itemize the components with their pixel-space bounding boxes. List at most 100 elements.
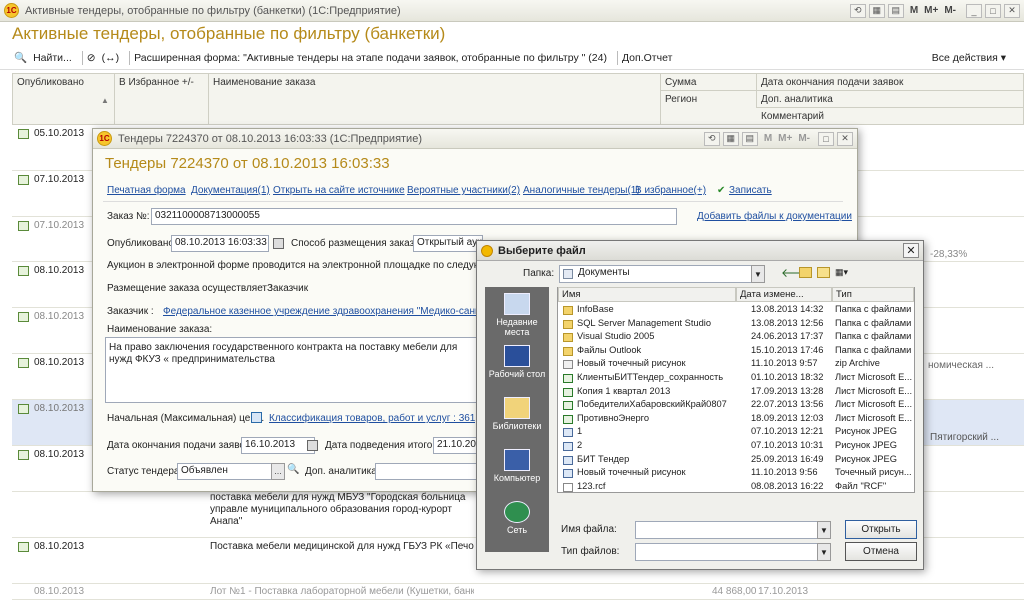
calc-icon[interactable]: ▦ bbox=[722, 131, 739, 146]
up-folder-icon[interactable] bbox=[799, 267, 812, 278]
classification-icon[interactable] bbox=[251, 412, 262, 423]
cancel-button[interactable]: Отмена bbox=[845, 542, 917, 561]
tender-maximize-button[interactable]: □ bbox=[818, 131, 834, 146]
start-price-label: Начальная (Максимальная) цен... bbox=[107, 413, 265, 424]
col-deadline[interactable]: Дата окончания подачи заявок bbox=[757, 74, 1023, 91]
status-field[interactable]: Объявлен bbox=[177, 463, 285, 480]
close-icon[interactable]: ✕ bbox=[903, 243, 919, 258]
customer-link[interactable]: Федеральное казенное учреждение здравоох… bbox=[163, 306, 477, 317]
documentation-link[interactable]: Документация(1) bbox=[191, 185, 270, 196]
order-name-field[interactable]: На право заключения государственного кон… bbox=[105, 337, 477, 403]
print-form-link[interactable]: Печатная форма bbox=[107, 185, 186, 196]
method-field[interactable]: Открытый аукц bbox=[413, 235, 483, 252]
place-libraries[interactable]: Библиотеки bbox=[485, 397, 549, 431]
results-field[interactable]: 21.10.201 bbox=[433, 437, 477, 454]
col-type[interactable]: Тип bbox=[832, 287, 914, 302]
place-network[interactable]: Сеть bbox=[485, 501, 549, 535]
place-computer[interactable]: Компьютер bbox=[485, 449, 549, 483]
open-button[interactable]: Открыть bbox=[845, 520, 917, 539]
col-order-name[interactable]: Наименование заказа bbox=[209, 74, 661, 124]
open-source-link[interactable]: Открыть на сайте источнике bbox=[273, 185, 405, 196]
file-name: Visual Studio 2005 bbox=[577, 331, 655, 342]
list-item[interactable]: InfoBase 13.08.2013 14:32 Папка с файлами bbox=[559, 304, 911, 318]
save-link[interactable]: Записать bbox=[729, 185, 772, 196]
list-item[interactable]: SQL Server Management Studio 13.08.2013 1… bbox=[559, 318, 911, 332]
list-item[interactable]: Копия 1 квартал 2013 17.09.2013 13:28 Лист… bbox=[559, 385, 912, 400]
col-favorites[interactable]: В Избранное +/- bbox=[115, 74, 209, 124]
calc-icon[interactable]: ▦ bbox=[868, 3, 885, 18]
extra-report-button[interactable]: Доп.Отчет bbox=[622, 52, 672, 64]
placer-value: Заказчик bbox=[267, 283, 309, 294]
view-menu-icon[interactable]: ▦▾ bbox=[835, 267, 853, 278]
list-item[interactable]: Новый точечный рисунок 11.10.2013 9:56 Точ… bbox=[559, 467, 912, 481]
save-icon[interactable]: ✔ bbox=[717, 185, 725, 196]
filename-input[interactable] bbox=[635, 521, 831, 539]
list-item[interactable]: Visual Studio 2005 24.06.2013 17:37 Папка … bbox=[559, 331, 911, 345]
minimize-button[interactable]: _ bbox=[966, 3, 982, 18]
chevron-down-icon[interactable]: ▼ bbox=[817, 521, 831, 539]
place-desktop[interactable]: Рабочий стол bbox=[485, 345, 549, 379]
list-item[interactable]: 2 07.10.2013 10:31 Рисунок JPEG bbox=[559, 440, 909, 454]
extra-field[interactable] bbox=[375, 463, 477, 480]
find-button[interactable]: Найти... bbox=[33, 52, 72, 64]
table-row[interactable]: 08.10.2013 Лот №1 - Поставка лабораторной… bbox=[12, 584, 1024, 600]
list-item[interactable]: Новый точечный рисунок 11.10.2013 9:57 zip… bbox=[559, 358, 909, 372]
memory-minus-button[interactable]: M- bbox=[944, 5, 956, 16]
chevron-down-icon[interactable]: ▼ bbox=[817, 543, 831, 561]
col-extra[interactable]: Доп. аналитика bbox=[757, 91, 1023, 108]
published-label: Опубликовано: bbox=[107, 238, 177, 249]
memory-m-button[interactable]: M bbox=[764, 133, 772, 144]
memory-plus-button[interactable]: M+ bbox=[924, 5, 938, 16]
col-name[interactable]: Имя bbox=[558, 287, 736, 302]
deadline-field[interactable]: 16.10.2013 bbox=[241, 437, 315, 454]
memory-m-button[interactable]: M bbox=[910, 5, 918, 16]
filter-off-icon[interactable]: ⊘ bbox=[87, 52, 96, 64]
list-item[interactable]: ПобедителиХабаровскийКрай0807 22.07.2013 … bbox=[559, 399, 912, 413]
refresh-icon[interactable]: (↔) bbox=[102, 52, 120, 64]
add-files-link[interactable]: Добавить файлы к документации bbox=[697, 211, 852, 222]
calendar-icon[interactable] bbox=[273, 238, 284, 249]
chevron-down-icon[interactable]: ▼ bbox=[751, 265, 765, 283]
list-item[interactable]: Файлы Outlook 15.10.2013 17:46 Папка с фай… bbox=[559, 345, 911, 359]
list-item[interactable]: КлиентыБИТТендер_сохранность 01.10.2013 1… bbox=[559, 372, 912, 386]
folder-icon bbox=[563, 319, 573, 329]
calendar-icon[interactable]: ▤ bbox=[887, 3, 904, 18]
chevron-down-icon[interactable]: … bbox=[271, 463, 285, 480]
calendar-icon[interactable] bbox=[307, 440, 318, 451]
folder-select[interactable]: Документы bbox=[559, 265, 765, 283]
col-comment[interactable]: Комментарий bbox=[757, 108, 1023, 124]
similar-tenders-link[interactable]: Аналогичные тендеры(1) bbox=[523, 185, 640, 196]
file-name: 123.rcf bbox=[577, 480, 606, 491]
new-folder-icon[interactable] bbox=[817, 267, 830, 278]
filetype-select[interactable] bbox=[635, 543, 831, 561]
col-published[interactable]: Опубликовано bbox=[13, 74, 115, 124]
maximize-button[interactable]: □ bbox=[985, 3, 1001, 18]
list-item[interactable]: 123.rcf 08.08.2013 16:22 Файл "RCF" bbox=[559, 481, 909, 495]
history-icon[interactable]: ⟲ bbox=[703, 131, 720, 146]
memory-minus-button[interactable]: M- bbox=[798, 133, 810, 144]
place-recent[interactable]: Недавние места bbox=[485, 293, 549, 337]
list-item[interactable]: БИТ Тендер 25.09.2013 16:49 Рисунок JPEG bbox=[559, 454, 909, 468]
tender-close-button[interactable]: ✕ bbox=[837, 131, 853, 146]
file-date: 17.09.2013 13:28 bbox=[751, 385, 824, 396]
file-name: 2 bbox=[577, 440, 583, 450]
list-item[interactable]: ПротивноЭнерго 18.09.2013 12:03 Лист Micro… bbox=[559, 413, 912, 427]
order-number-field[interactable]: 0321100008713000055 bbox=[151, 208, 677, 225]
calendar-icon[interactable]: ▤ bbox=[741, 131, 758, 146]
search-icon[interactable]: 🔍 bbox=[14, 51, 27, 64]
all-actions-button[interactable]: Все действия ▾ bbox=[932, 52, 1006, 64]
col-date[interactable]: Дата измене... bbox=[736, 287, 832, 302]
col-sum[interactable]: Сумма bbox=[661, 74, 757, 91]
favorites-link[interactable]: В избранное(+) bbox=[635, 185, 706, 196]
list-item[interactable]: 1 07.10.2013 12:21 Рисунок JPEG bbox=[559, 426, 909, 440]
classification-link[interactable]: Классификация товаров, работ и услуг : 3… bbox=[269, 413, 475, 424]
col-region[interactable]: Регион bbox=[661, 91, 757, 108]
search-icon[interactable]: 🔍 bbox=[287, 464, 299, 475]
close-button[interactable]: ✕ bbox=[1004, 3, 1020, 18]
extended-form-button[interactable]: Расширенная форма: "Активные тендеры на … bbox=[134, 52, 607, 64]
history-icon[interactable]: ⟲ bbox=[849, 3, 866, 18]
published-field[interactable]: 08.10.2013 16:03:33 bbox=[171, 235, 269, 252]
memory-plus-button[interactable]: M+ bbox=[778, 133, 792, 144]
participants-link[interactable]: Вероятные участники(2) bbox=[407, 185, 520, 196]
file-name: InfoBase bbox=[577, 304, 614, 314]
